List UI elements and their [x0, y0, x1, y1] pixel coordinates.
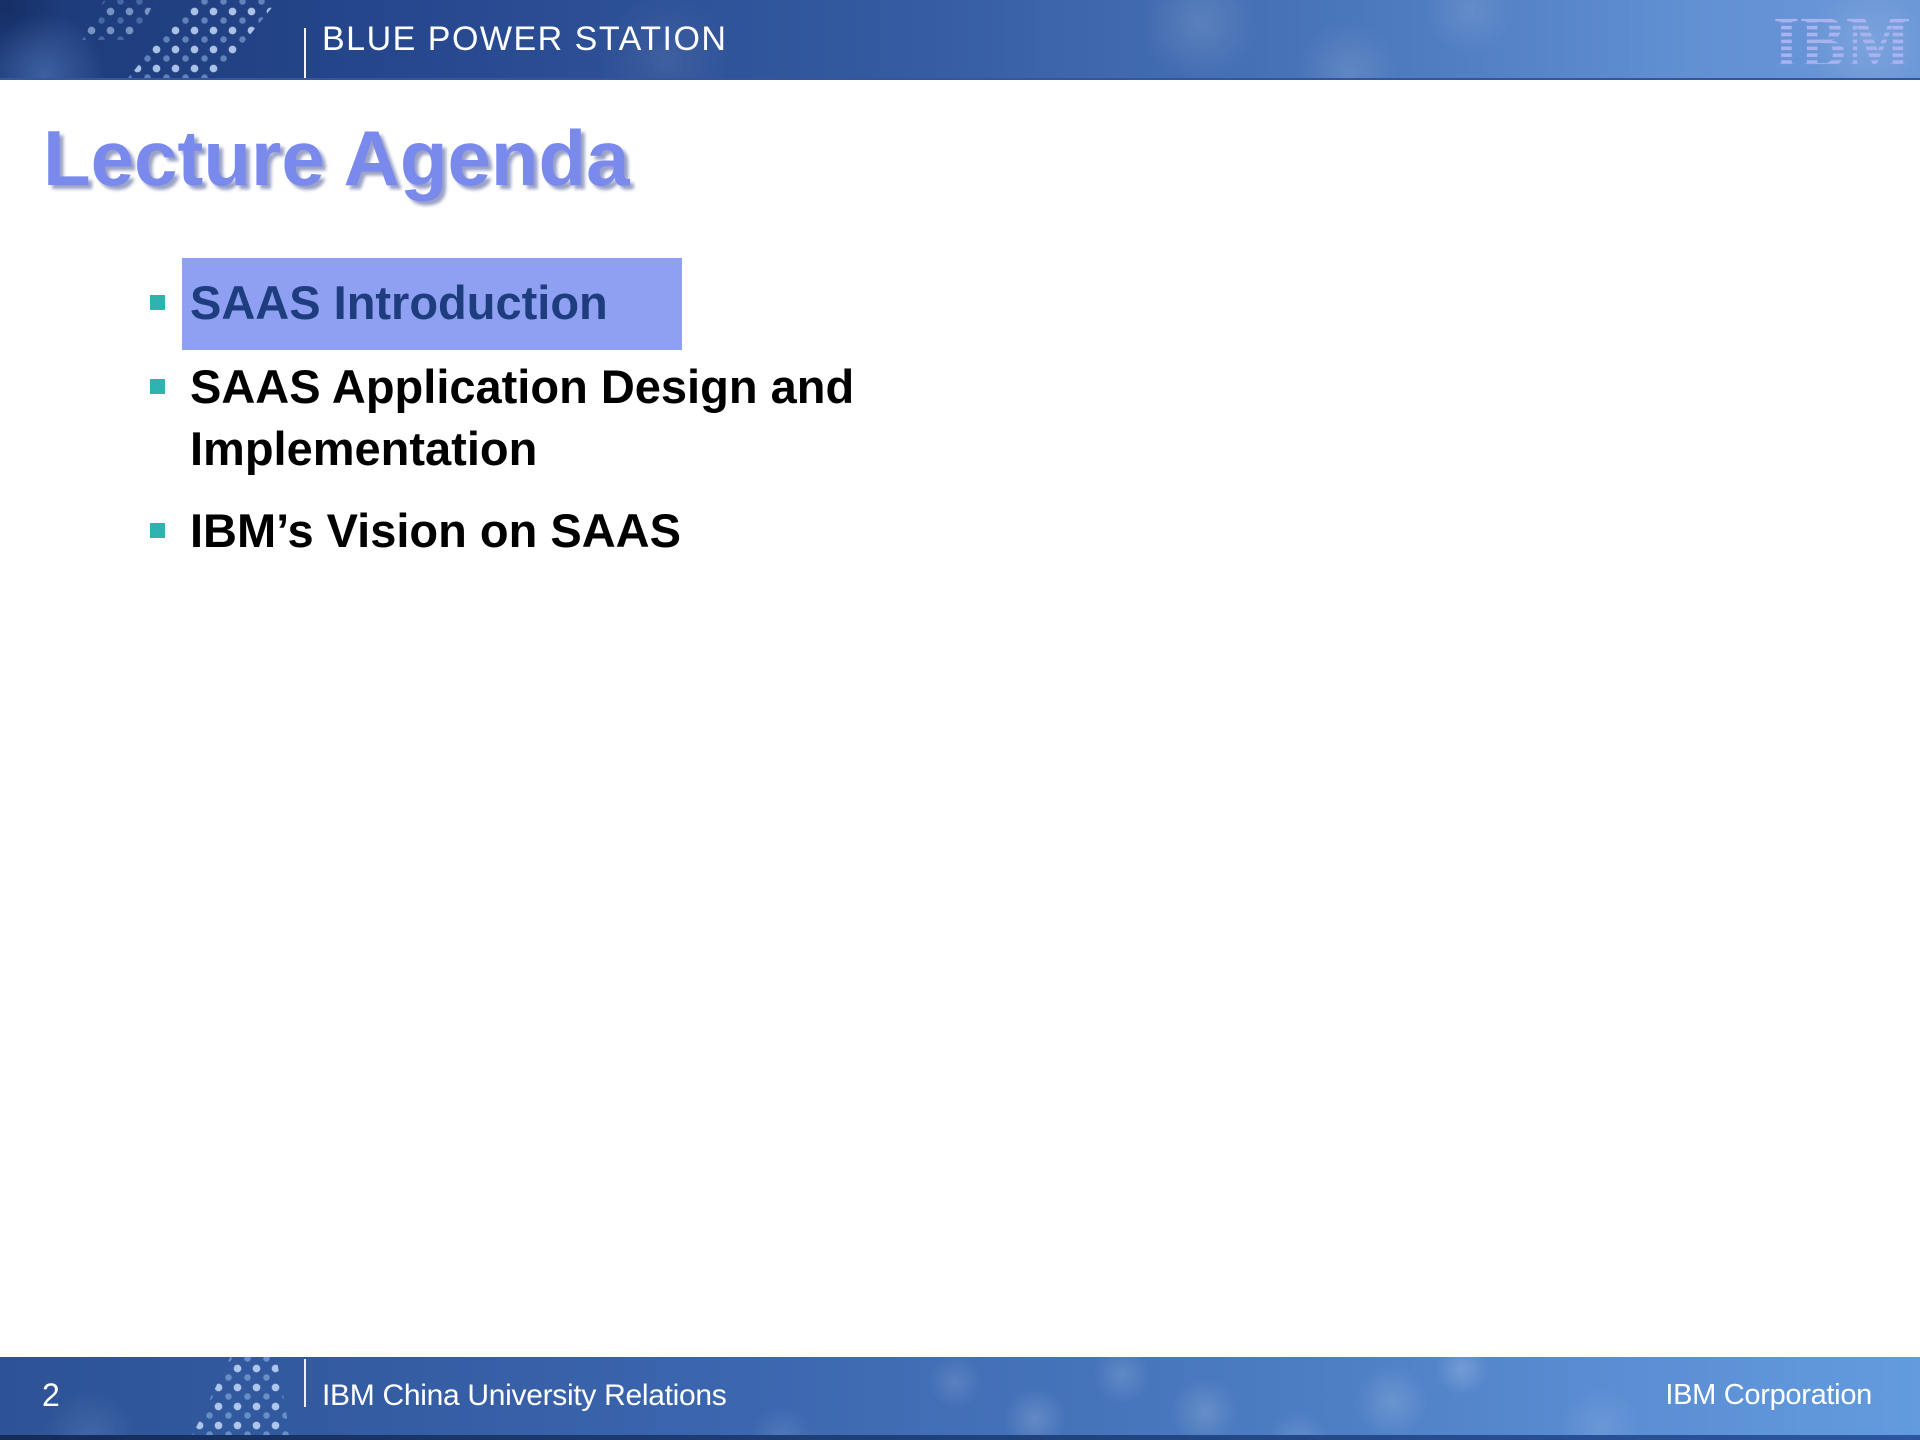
- agenda-item-label: SAAS Introduction: [182, 258, 682, 350]
- agenda-item-saas-introduction: SAAS Introduction: [140, 258, 960, 350]
- ibm-logo-text: IBM: [1773, 12, 1911, 70]
- agenda-item-label: IBM’s Vision on SAAS: [190, 504, 681, 557]
- brand-title: BLUE POWER STATION: [322, 0, 727, 78]
- agenda-list: SAAS Introduction SAAS Application Desig…: [140, 258, 960, 582]
- ibm-logo: IBM: [1773, 12, 1913, 70]
- footer-bottom-edge: [0, 1435, 1920, 1440]
- bullet-square-icon: [150, 295, 165, 310]
- footer-left-text: IBM China University Relations: [322, 1379, 726, 1413]
- page-title: Lecture Agenda: [43, 118, 630, 199]
- footer-right-text: IBM Corporation: [1665, 1379, 1872, 1412]
- agenda-item-ibm-vision: IBM’s Vision on SAAS: [140, 500, 960, 562]
- agenda-item-label: SAAS Application Design and Implementati…: [190, 360, 854, 475]
- footer-divider-line: [304, 1359, 306, 1407]
- page-number: 2: [42, 1377, 60, 1414]
- ibm-logo-svg: IBM: [1773, 12, 1913, 70]
- bullet-square-icon: [150, 379, 165, 394]
- dots-pattern: [128, 0, 278, 78]
- agenda-item-saas-application-design: SAAS Application Design and Implementati…: [140, 356, 960, 480]
- dots-pattern: [190, 1357, 305, 1440]
- header-bar: BLUE POWER STATION IBM: [0, 0, 1920, 80]
- footer-bar: 2 IBM China University Relations IBM Cor…: [0, 1357, 1920, 1440]
- bullet-square-icon: [150, 523, 165, 538]
- presentation-slide: BLUE POWER STATION IBM Lecture Agenda SA…: [0, 0, 1920, 1440]
- dots-pattern: [82, 0, 156, 40]
- header-divider-line: [304, 28, 306, 78]
